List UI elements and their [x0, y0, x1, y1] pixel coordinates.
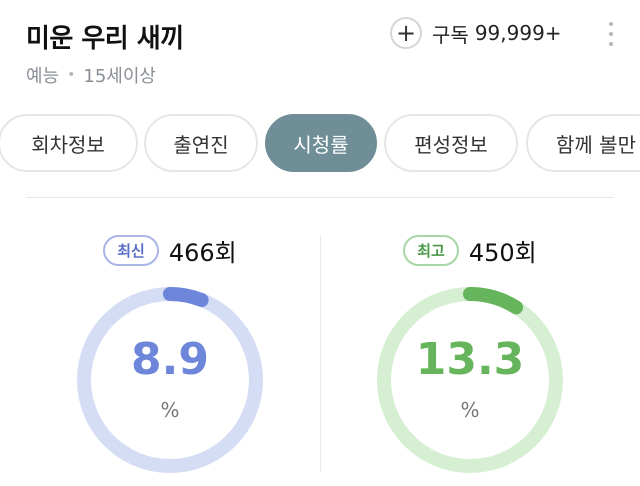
best-rating-value: 13.3 [415, 334, 525, 385]
genre-label: 예능 [26, 66, 60, 87]
latest-episode: 466회 [168, 238, 237, 267]
tab-ratings[interactable]: 시청률 [265, 114, 377, 172]
best-rating-panel: 최고 450회 13.3 % [320, 230, 620, 486]
more-vertical-icon[interactable] [606, 22, 616, 46]
subscribe-label: 구독 [432, 22, 469, 47]
plus-icon: + [390, 17, 422, 49]
best-rating-unit: % [460, 398, 480, 422]
latest-rating-unit: % [160, 398, 180, 422]
latest-rating-value: 8.9 [131, 334, 209, 385]
page-title: 미운 우리 새끼 [26, 24, 184, 54]
tab-episode-info[interactable]: 회차정보 [0, 114, 138, 172]
tab-schedule[interactable]: 편성정보 [384, 114, 518, 172]
best-episode: 450회 [468, 238, 537, 267]
latest-badge: 최신 [103, 234, 159, 266]
subscribe-button[interactable]: + 구독 99,999+ [390, 16, 562, 50]
age-rating-label: 15세이상 [83, 66, 156, 87]
meta-separator: • [67, 67, 76, 83]
tab-bar: 회차정보 출연진 시청률 편성정보 함께 볼만 [0, 114, 640, 172]
subscriber-count: 99,999+ [474, 21, 562, 45]
section-divider [26, 197, 614, 198]
latest-rating-panel: 최신 466회 8.9 % [20, 230, 320, 486]
best-badge: 최고 [403, 234, 459, 266]
tab-cast[interactable]: 출연진 [144, 114, 258, 172]
tab-recommend[interactable]: 함께 볼만 [526, 114, 640, 172]
show-meta: 예능 • 15세이상 [26, 62, 156, 88]
